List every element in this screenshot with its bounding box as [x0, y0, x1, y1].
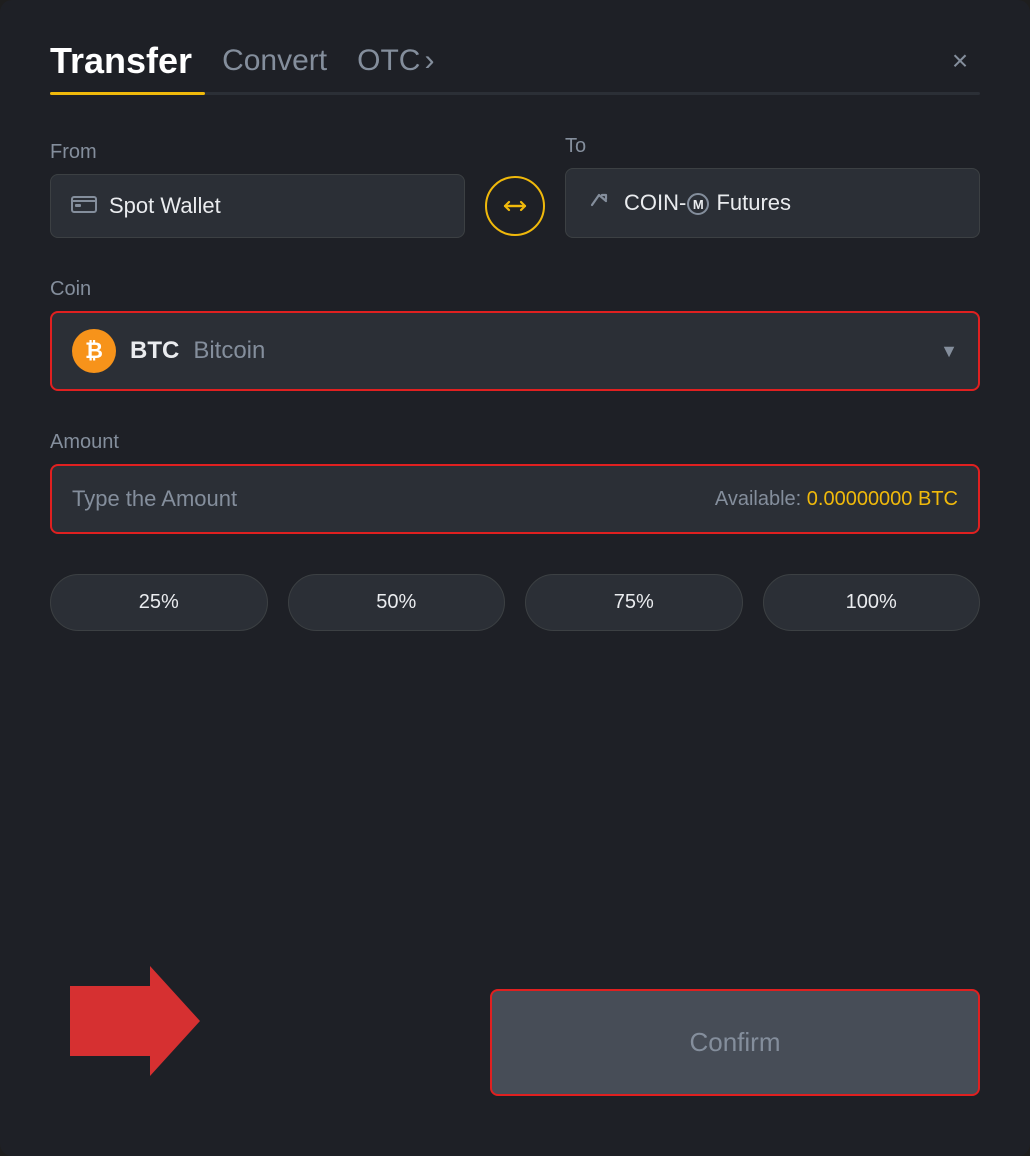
coin-section: Coin ₿ BTC Bitcoin ▼ [50, 278, 980, 391]
futures-icon [586, 187, 612, 219]
confirm-button[interactable]: Confirm [490, 989, 980, 1096]
to-wallet-selector[interactable]: COIN-M Futures [565, 168, 980, 238]
dropdown-chevron-icon: ▼ [940, 341, 958, 362]
available-balance: Available: 0.00000000 BTC [715, 488, 958, 511]
transfer-modal: Transfer Convert OTC › × From Spot Walle [0, 0, 1030, 1156]
from-label: From [50, 141, 465, 164]
tab-otc[interactable]: OTC › [357, 44, 434, 78]
tab-transfer[interactable]: Transfer [50, 40, 192, 82]
pct-100-button[interactable]: 100% [763, 574, 981, 631]
btc-icon: ₿ [72, 329, 116, 373]
amount-label: Amount [50, 431, 119, 453]
to-group: To COIN-M Futures [565, 135, 980, 238]
wallet-card-icon [71, 193, 97, 219]
available-amount-value: 0.00000000 BTC [807, 488, 958, 510]
amount-input[interactable] [72, 486, 715, 512]
to-wallet-name: COIN-M Futures [624, 190, 791, 216]
coin-full-name: Bitcoin [193, 337, 265, 365]
pct-50-button[interactable]: 50% [288, 574, 506, 631]
percentage-row: 25% 50% 75% 100% [50, 574, 980, 631]
close-button[interactable]: × [940, 41, 980, 81]
coin-selector[interactable]: ₿ BTC Bitcoin ▼ [50, 311, 980, 391]
modal-header: Transfer Convert OTC › × [50, 40, 980, 82]
bottom-area: Confirm [50, 989, 980, 1096]
amount-section: Amount Available: 0.00000000 BTC [50, 431, 980, 534]
from-group: From Spot Wallet [50, 141, 465, 238]
amount-input-box: Available: 0.00000000 BTC [50, 464, 980, 534]
to-label: To [565, 135, 980, 158]
pct-75-button[interactable]: 75% [525, 574, 743, 631]
tab-underline-bar [50, 92, 980, 95]
coin-label: Coin [50, 278, 91, 300]
pct-25-button[interactable]: 25% [50, 574, 268, 631]
coin-symbol: BTC [130, 337, 179, 365]
otc-label: OTC [357, 44, 420, 78]
swap-button[interactable] [485, 176, 545, 236]
from-wallet-name: Spot Wallet [109, 193, 221, 219]
from-to-row: From Spot Wallet To [50, 135, 980, 238]
tab-active-indicator [50, 92, 205, 95]
otc-chevron-icon: › [424, 44, 434, 78]
tab-convert[interactable]: Convert [222, 44, 327, 78]
from-wallet-selector[interactable]: Spot Wallet [50, 174, 465, 238]
arrow-indicator [70, 966, 200, 1081]
